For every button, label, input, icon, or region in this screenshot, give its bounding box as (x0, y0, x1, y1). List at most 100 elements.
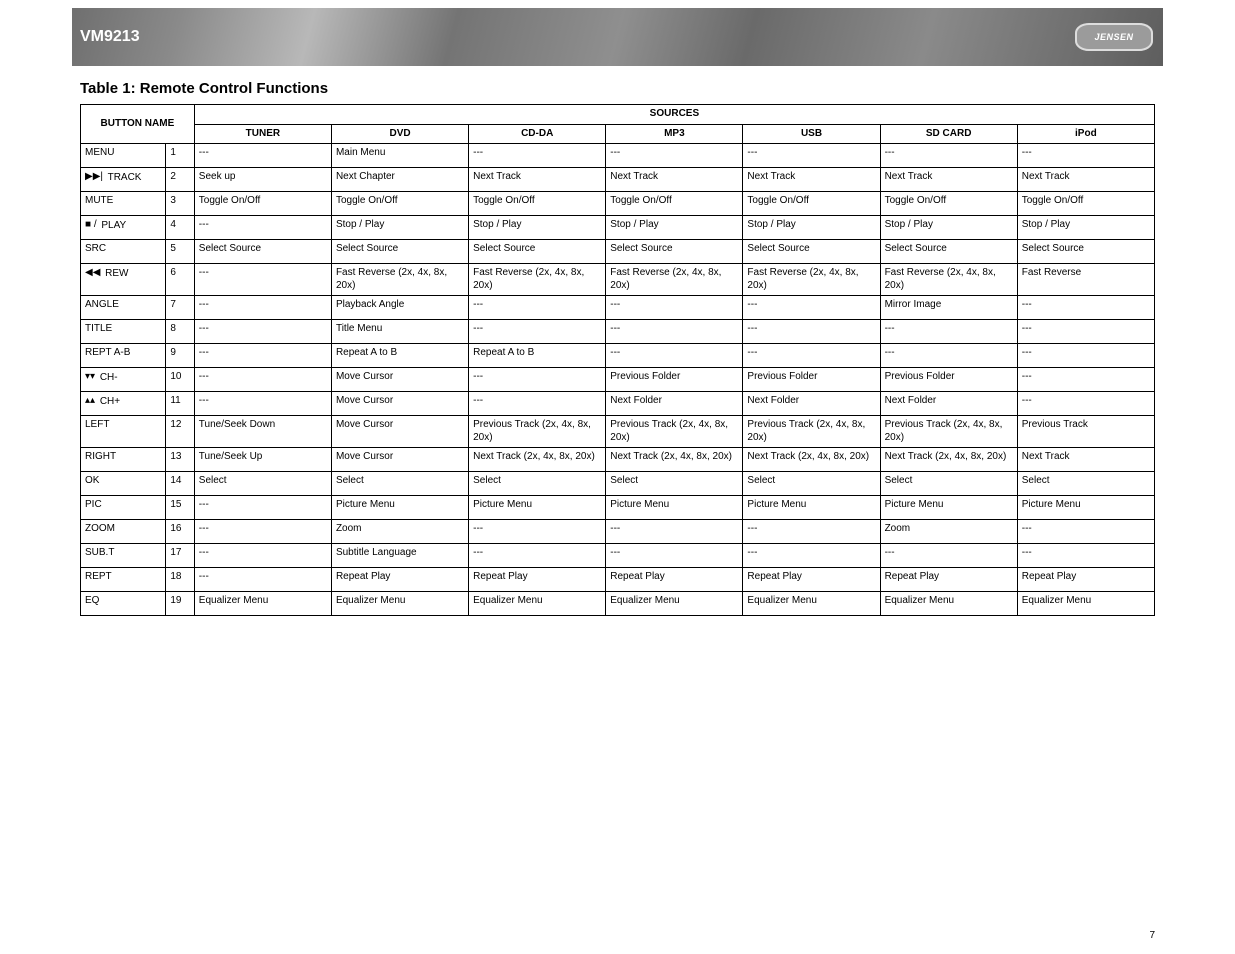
table-row: ▾▾ CH-10---Move Cursor---Previous Folder… (81, 368, 1155, 392)
cell: Next Track (1017, 168, 1154, 192)
cell: Next Track (2x, 4x, 8x, 20x) (743, 448, 880, 472)
cell: Stop / Play (469, 216, 606, 240)
cell: Next Track (2x, 4x, 8x, 20x) (880, 448, 1017, 472)
cell: Move Cursor (331, 368, 468, 392)
table-row: EQ19Equalizer MenuEqualizer MenuEqualize… (81, 592, 1155, 616)
btn-name: ▾▾ CH- (81, 368, 166, 392)
cell: Stop / Play (880, 216, 1017, 240)
btn-name: ANGLE (81, 296, 166, 320)
chdown-icon: ▾▾ (85, 371, 95, 384)
chup-icon: ▴▴ (85, 395, 95, 408)
btn-ref: 18 (166, 568, 194, 592)
col-usb: USB (743, 124, 880, 144)
cell: Next Track (880, 168, 1017, 192)
cell: --- (1017, 344, 1154, 368)
btn-ref: 3 (166, 192, 194, 216)
cell: --- (469, 296, 606, 320)
cell: Previous Track (1017, 416, 1154, 448)
cell: --- (1017, 368, 1154, 392)
cell: Repeat A to B (469, 344, 606, 368)
cell: Tune/Seek Down (194, 416, 331, 448)
cell: Picture Menu (606, 496, 743, 520)
btn-ref: 10 (166, 368, 194, 392)
btn-name: RIGHT (81, 448, 166, 472)
product-model: VM9213 (80, 28, 140, 46)
table-row: TITLE8---Title Menu--------------- (81, 320, 1155, 344)
cell: Previous Folder (880, 368, 1017, 392)
cell: Repeat Play (743, 568, 880, 592)
cell: Select Source (331, 240, 468, 264)
btn-ref: 12 (166, 416, 194, 448)
col-sources: SOURCES (194, 105, 1154, 125)
cell: Select Source (880, 240, 1017, 264)
cell: Move Cursor (331, 392, 468, 416)
cell: Previous Track (2x, 4x, 8x, 20x) (606, 416, 743, 448)
cell: --- (1017, 296, 1154, 320)
cell: --- (606, 544, 743, 568)
cell: --- (194, 344, 331, 368)
col-ipod: iPod (1017, 124, 1154, 144)
cell: Select Source (194, 240, 331, 264)
btn-name: OK (81, 472, 166, 496)
cell: Previous Folder (743, 368, 880, 392)
cell: Equalizer Menu (743, 592, 880, 616)
btn-ref: 16 (166, 520, 194, 544)
cell: Next Folder (743, 392, 880, 416)
btn-name: TITLE (81, 320, 166, 344)
table-row: ZOOM16---Zoom---------Zoom--- (81, 520, 1155, 544)
cell: Next Track (469, 168, 606, 192)
cell: Equalizer Menu (1017, 592, 1154, 616)
btn-ref: 7 (166, 296, 194, 320)
btn-name: EQ (81, 592, 166, 616)
cell: Playback Angle (331, 296, 468, 320)
col-sd: SD CARD (880, 124, 1017, 144)
cell: Equalizer Menu (194, 592, 331, 616)
cell: Repeat Play (606, 568, 743, 592)
cell: --- (743, 296, 880, 320)
table-row: ▶▶| TRACK2Seek upNext ChapterNext TrackN… (81, 168, 1155, 192)
btn-ref: 11 (166, 392, 194, 416)
table-row: PIC15---Picture MenuPicture MenuPicture … (81, 496, 1155, 520)
cell: --- (1017, 544, 1154, 568)
cell: --- (194, 544, 331, 568)
cell: Fast Reverse (2x, 4x, 8x, 20x) (743, 264, 880, 296)
col-tuner: TUNER (194, 124, 331, 144)
cell: Fast Reverse (2x, 4x, 8x, 20x) (880, 264, 1017, 296)
cell: --- (469, 368, 606, 392)
cell: --- (743, 344, 880, 368)
page-number: 7 (1149, 930, 1155, 941)
btn-name: ■ / PLAY (81, 216, 166, 240)
cell: Move Cursor (331, 416, 468, 448)
cell: --- (194, 320, 331, 344)
cell: Toggle On/Off (331, 192, 468, 216)
btn-ref: 1 (166, 144, 194, 168)
cell: Next Track (743, 168, 880, 192)
cell: Fast Reverse (2x, 4x, 8x, 20x) (606, 264, 743, 296)
cell: Toggle On/Off (1017, 192, 1154, 216)
cell: Select (880, 472, 1017, 496)
cell: Select (331, 472, 468, 496)
cell: Next Track (606, 168, 743, 192)
cell: --- (194, 368, 331, 392)
cell: --- (880, 544, 1017, 568)
cell: Picture Menu (1017, 496, 1154, 520)
table-row: ▴▴ CH+11---Move Cursor---Next FolderNext… (81, 392, 1155, 416)
cell: Stop / Play (1017, 216, 1154, 240)
cell: Toggle On/Off (606, 192, 743, 216)
cell: --- (743, 144, 880, 168)
btn-name: MUTE (81, 192, 166, 216)
cell: Equalizer Menu (331, 592, 468, 616)
cell: --- (1017, 392, 1154, 416)
cell: Fast Reverse (2x, 4x, 8x, 20x) (469, 264, 606, 296)
cell: Fast Reverse (1017, 264, 1154, 296)
cell: Select (469, 472, 606, 496)
btn-ref: 17 (166, 544, 194, 568)
cell: Repeat Play (469, 568, 606, 592)
cell: --- (194, 392, 331, 416)
next-track-icon: ▶▶| (85, 171, 103, 184)
table-row: SRC5Select SourceSelect SourceSelect Sou… (81, 240, 1155, 264)
cell: --- (194, 216, 331, 240)
btn-ref: 9 (166, 344, 194, 368)
btn-name: SRC (81, 240, 166, 264)
table-row: MENU1---Main Menu--------------- (81, 144, 1155, 168)
